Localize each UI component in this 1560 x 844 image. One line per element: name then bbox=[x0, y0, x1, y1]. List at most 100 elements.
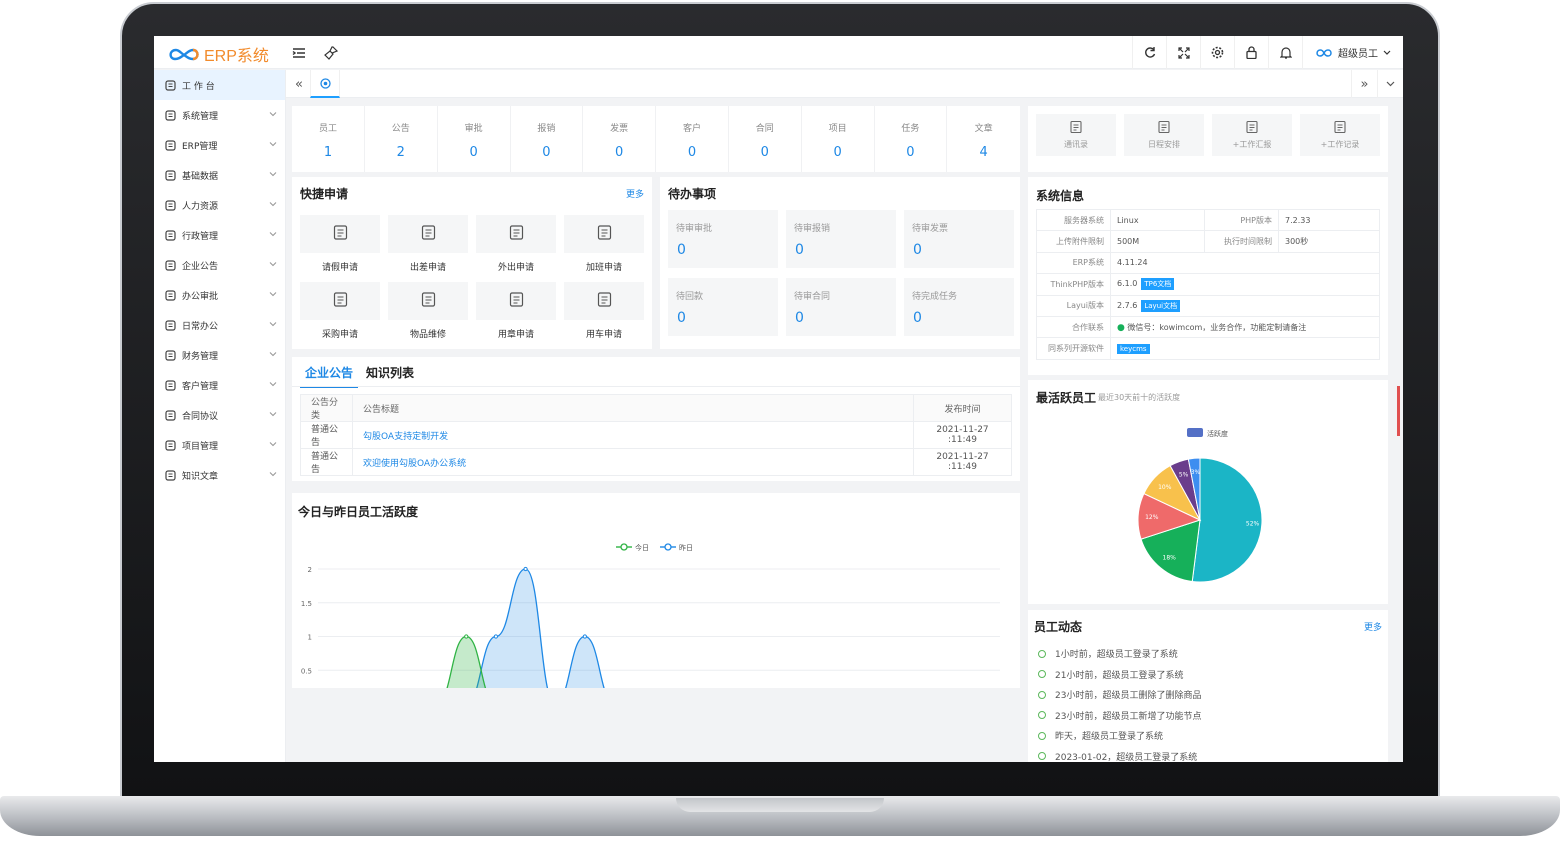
quick-apply-title: 快捷申请 bbox=[300, 187, 349, 201]
notice-title-cell: 勾股OA支持定制开发 bbox=[352, 421, 914, 449]
sidebar-item[interactable]: 系统管理 bbox=[154, 100, 285, 130]
sidebar-item[interactable]: ERP管理 bbox=[154, 130, 285, 160]
data-point[interactable] bbox=[523, 566, 528, 572]
sidebar-item[interactable]: 项目管理 bbox=[154, 430, 285, 460]
settings-gear-icon[interactable] bbox=[1200, 36, 1234, 69]
shortcut-button[interactable]: 日程安排 bbox=[1124, 114, 1204, 156]
tab-divider bbox=[292, 386, 1020, 387]
menu-toggle-icon[interactable] bbox=[292, 47, 306, 59]
erp-key: ERP系统 bbox=[1036, 251, 1111, 275]
stat-cell[interactable]: 员工 1 bbox=[292, 106, 365, 172]
finance-icon bbox=[164, 349, 176, 361]
user-menu[interactable]: 超级员工 bbox=[1302, 36, 1391, 69]
shortcut-button[interactable]: 通讯录 bbox=[1036, 114, 1116, 156]
quick-apply-button[interactable] bbox=[388, 215, 468, 253]
sidebar-item[interactable]: 办公审批 bbox=[154, 280, 285, 310]
tab-scroll-left-icon[interactable]: « bbox=[286, 70, 312, 98]
oss-value-cell: keycms bbox=[1110, 337, 1380, 360]
stat-cell[interactable]: 发票 0 bbox=[583, 106, 657, 172]
bell-icon[interactable] bbox=[1268, 36, 1302, 69]
tab-notices[interactable]: 企业公告 bbox=[300, 364, 359, 388]
stat-cell[interactable]: 报销 0 bbox=[510, 106, 584, 172]
contacts-icon bbox=[1069, 119, 1083, 138]
layui-value-cell: 2.7.6 Layui文档 bbox=[1110, 294, 1380, 317]
lock-icon[interactable] bbox=[1234, 36, 1268, 69]
stat-cell[interactable]: 合同 0 bbox=[729, 106, 802, 172]
quick-apply-button[interactable] bbox=[300, 282, 380, 320]
legend-item[interactable]: 昨日 bbox=[660, 543, 693, 552]
data-point[interactable] bbox=[493, 634, 499, 639]
shortcut-button[interactable]: +工作汇报 bbox=[1212, 114, 1292, 156]
data-point[interactable] bbox=[582, 634, 587, 639]
stat-cell[interactable]: 公告 2 bbox=[365, 106, 438, 172]
todo-item[interactable]: 待回款 0 bbox=[668, 278, 778, 336]
fullscreen-icon[interactable] bbox=[1166, 36, 1200, 69]
quick-apply-button[interactable] bbox=[388, 282, 468, 320]
tab-scroll-right-icon[interactable]: » bbox=[1351, 70, 1377, 98]
quick-apply-button[interactable] bbox=[300, 215, 380, 253]
app-screen: ERP系统 超级员工 « » 工 作 台 系统管理 ERP管理 基础数据 人力资… bbox=[154, 36, 1403, 762]
app-name: ERP系统 bbox=[204, 48, 269, 65]
notice-title-link[interactable]: 勾股OA支持定制开发 bbox=[363, 432, 448, 442]
todo-label: 待审审批 bbox=[676, 224, 713, 234]
quick-apply-button[interactable] bbox=[564, 215, 644, 253]
shortcut-button[interactable]: +工作记录 bbox=[1300, 114, 1380, 156]
sidebar-item[interactable]: 行政管理 bbox=[154, 220, 285, 250]
stat-cell[interactable]: 任务 0 bbox=[874, 106, 948, 172]
user-card-icon bbox=[164, 199, 176, 211]
keycms-link[interactable]: keycms bbox=[1117, 343, 1150, 354]
quick-apply-button[interactable] bbox=[476, 282, 556, 320]
sidebar-item-label: 办公审批 bbox=[182, 291, 219, 302]
stat-cell[interactable]: 项目 0 bbox=[802, 106, 875, 172]
todo-item[interactable]: 待审合同 0 bbox=[786, 278, 896, 336]
stat-value: 0 bbox=[687, 145, 697, 160]
work-record-icon bbox=[1333, 119, 1347, 138]
stat-value: 0 bbox=[760, 145, 769, 160]
todo-item[interactable]: 待审报销 0 bbox=[786, 210, 896, 268]
todo-value: 0 bbox=[913, 242, 922, 258]
todo-item[interactable]: 待审发票 0 bbox=[904, 210, 1014, 268]
feed-text: 2023-01-02，超级员工登录了系统 bbox=[1055, 752, 1198, 763]
stat-cell[interactable]: 客户 0 bbox=[656, 106, 729, 172]
tab-home[interactable] bbox=[310, 70, 340, 98]
todo-item[interactable]: 待审审批 0 bbox=[668, 210, 778, 268]
sidebar-item[interactable]: 财务管理 bbox=[154, 340, 285, 370]
chevron-down-icon bbox=[269, 320, 277, 328]
schedule-icon bbox=[1157, 119, 1171, 138]
legend-item[interactable]: 今日 bbox=[616, 543, 649, 552]
legend-item[interactable]: 活跃度 bbox=[1187, 428, 1228, 438]
erp-icon bbox=[164, 139, 176, 151]
sidebar-item[interactable]: 工 作 台 bbox=[154, 70, 285, 100]
notice-title-link[interactable]: 欢迎使用勾股OA办公系统 bbox=[363, 459, 466, 469]
layui-doc-link[interactable]: Layui文档 bbox=[1141, 299, 1181, 312]
sidebar-item-label: 项目管理 bbox=[182, 441, 219, 452]
sidebar-item[interactable]: 知识文章 bbox=[154, 460, 285, 490]
scrollbar-thumb[interactable] bbox=[1397, 386, 1400, 436]
sidebar-item[interactable]: 客户管理 bbox=[154, 370, 285, 400]
thinkphp-value: 6.1.0 bbox=[1117, 279, 1138, 289]
quick-apply-label: 用车申请 bbox=[585, 330, 622, 340]
quick-apply-more-link[interactable]: 更多 bbox=[626, 187, 644, 200]
clear-cache-icon[interactable] bbox=[324, 45, 338, 60]
notice-category: 普通公告 bbox=[300, 421, 353, 449]
staff-feed-more-link[interactable]: 更多 bbox=[1364, 620, 1382, 633]
sidebar-item[interactable]: 企业公告 bbox=[154, 250, 285, 280]
todo-item[interactable]: 待完成任务 0 bbox=[904, 278, 1014, 336]
stat-cell[interactable]: 文章 4 bbox=[947, 106, 1020, 172]
refresh-icon[interactable] bbox=[1132, 36, 1166, 69]
tp6-doc-link[interactable]: TP6文档 bbox=[1141, 278, 1175, 291]
quick-apply-button[interactable] bbox=[564, 282, 644, 320]
feed-text: 23小时前，超级员工删除了删除商品 bbox=[1055, 691, 1202, 701]
sidebar-item[interactable]: 日常办公 bbox=[154, 310, 285, 340]
data-point[interactable] bbox=[464, 634, 469, 639]
database-icon bbox=[164, 169, 176, 181]
stat-cell[interactable]: 审批 0 bbox=[438, 106, 511, 172]
sidebar-item[interactable]: 人力资源 bbox=[154, 190, 285, 220]
logo[interactable]: ERP系统 bbox=[166, 42, 269, 66]
quick-apply-button[interactable] bbox=[476, 215, 556, 253]
sidebar-item[interactable]: 基础数据 bbox=[154, 160, 285, 190]
exec-key: 执行时间限制 bbox=[1204, 230, 1279, 253]
tab-options-icon[interactable] bbox=[1377, 70, 1403, 98]
sidebar-item[interactable]: 合同协议 bbox=[154, 400, 285, 430]
tab-knowledge[interactable]: 知识列表 bbox=[366, 364, 414, 381]
